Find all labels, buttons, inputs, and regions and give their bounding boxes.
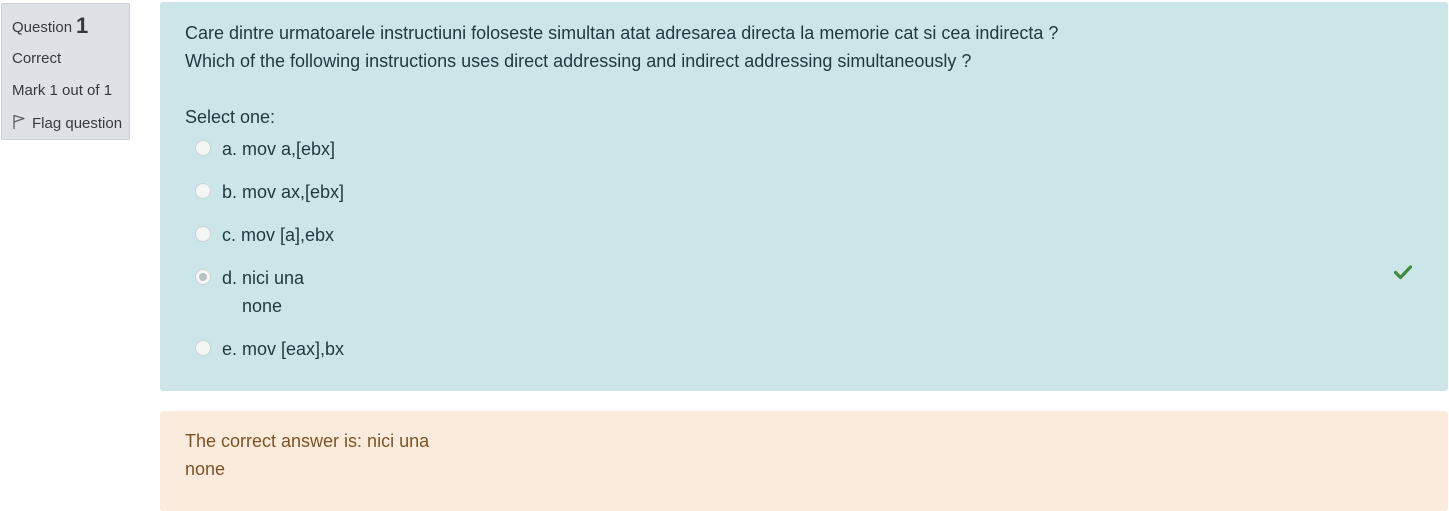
check-icon [1394, 265, 1412, 280]
option-d-text-line2: none [242, 296, 283, 316]
flag-icon [13, 114, 25, 129]
right-answer-line2: none [185, 459, 226, 479]
question-label: Question [12, 19, 73, 36]
radio-option-e[interactable] [195, 340, 211, 356]
question-grade: Mark 1 out of 1 [12, 82, 113, 99]
right-answer: The correct answer is: nici una none [185, 427, 429, 483]
select-one-prompt: Select one: [185, 107, 276, 127]
radio-option-d[interactable] [195, 269, 211, 285]
option-a-label[interactable]: a. mov a,[ebx] [222, 135, 335, 163]
flag-question-label: Flag question [32, 115, 123, 132]
feedback-panel: The correct answer is: nici una none [160, 411, 1448, 511]
question-formulation: Care dintre urmatoarele instructiuni fol… [160, 2, 1448, 391]
question-state: Correct [12, 50, 62, 67]
option-d-text: d. nici una [222, 268, 305, 288]
radio-option-b[interactable] [195, 183, 211, 199]
question-number: 1 [76, 13, 89, 38]
flag-question-link[interactable]: Flag question [12, 114, 122, 134]
option-c-label[interactable]: c. mov [a],ebx [222, 221, 334, 249]
question-text-ro: Care dintre urmatoarele instructiuni fol… [185, 23, 1059, 43]
question-number-line: Question 1 [12, 14, 88, 40]
option-d-label[interactable]: d. nici una none [222, 264, 304, 320]
question-text: Care dintre urmatoarele instructiuni fol… [185, 19, 1058, 75]
radio-option-c[interactable] [195, 226, 211, 242]
right-answer-line1: The correct answer is: nici una [185, 431, 430, 451]
radio-option-a[interactable] [195, 140, 211, 156]
question-text-en: Which of the following instructions uses… [185, 51, 972, 71]
question-info-panel: Question 1 Correct Mark 1 out of 1 Flag q… [1, 3, 130, 140]
option-b-label[interactable]: b. mov ax,[ebx] [222, 178, 344, 206]
option-e-label[interactable]: e. mov [eax],bx [222, 335, 344, 363]
